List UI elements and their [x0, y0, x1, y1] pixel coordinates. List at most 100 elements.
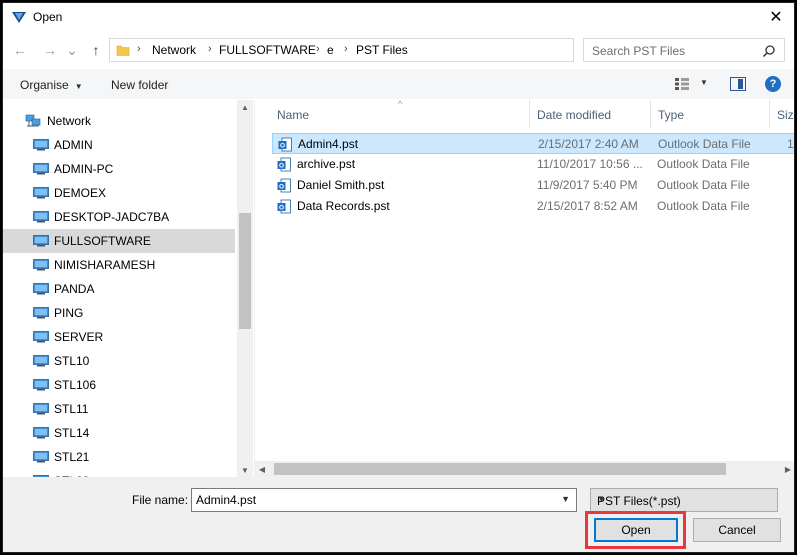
computer-icon	[33, 139, 49, 151]
file-name: Data Records.pst	[297, 199, 390, 213]
sidebar-item[interactable]: NIMISHARAMESH	[3, 253, 235, 277]
sidebar-item-label: ADMIN	[54, 138, 93, 152]
breadcrumb-fullsoftware[interactable]: FULLSOFTWARE	[219, 43, 316, 57]
sidebar-item-label: NIMISHARAMESH	[54, 258, 156, 272]
help-button[interactable]: ?	[765, 76, 781, 92]
view-dropdown-icon[interactable]: ▼	[700, 78, 708, 87]
open-file-dialog: Open ✕ ← → ⌄ ↑ › Network › FULLSOFTWARE …	[2, 2, 795, 553]
search-input[interactable]: Search PST Files	[592, 44, 685, 58]
computer-icon	[33, 331, 49, 343]
file-type-select[interactable]: PST Files(*.pst) ▼	[590, 488, 778, 512]
search-box[interactable]: Search PST Files	[583, 38, 785, 62]
file-row[interactable]: Oarchive.pst 11/10/2017 10:56 ... Outlook …	[272, 154, 794, 175]
sidebar-item[interactable]: DEMOEX	[3, 181, 235, 205]
file-type: Outlook Data File	[657, 199, 750, 213]
preview-pane-icon[interactable]	[730, 77, 746, 91]
file-date-modified: 2/15/2017 2:40 AM	[538, 137, 639, 151]
open-button-highlight-box	[585, 511, 686, 549]
computer-icon	[33, 307, 49, 319]
file-name: Admin4.pst	[298, 137, 359, 151]
file-name-combobox[interactable]: ▼	[191, 488, 577, 512]
breadcrumb-separator-icon: ›	[208, 43, 212, 55]
new-folder-button[interactable]: New folder	[111, 78, 168, 92]
computer-icon	[33, 355, 49, 367]
file-row[interactable]: O Daniel Smith.pst 11/9/2017 5:40 PM Outloo…	[272, 175, 794, 196]
column-header-name[interactable]: Name	[270, 100, 530, 128]
file-date-modified: 11/10/2017 10:56 ...	[537, 157, 643, 171]
tree-root-network[interactable]: Network	[25, 111, 91, 131]
computer-icon	[33, 427, 49, 439]
sidebar-item[interactable]: DESKTOP-JADC7BA	[3, 205, 235, 229]
forward-arrow-icon: →	[43, 42, 57, 58]
sidebar-item[interactable]: STL14	[3, 421, 235, 445]
chevron-down-icon[interactable]: ▼	[561, 494, 570, 504]
network-icon	[25, 114, 41, 127]
cancel-button[interactable]: Cancel	[693, 518, 781, 542]
computer-icon	[33, 235, 49, 247]
computer-icon	[33, 283, 49, 295]
sidebar-item-label: ADMIN-PC	[54, 162, 114, 176]
file-row[interactable]: O Admin4.pst 2/15/2017 2:40 AM Outlook Data…	[272, 133, 794, 154]
sidebar-item[interactable]: STL10	[3, 349, 235, 373]
sidebar-item[interactable]: PANDA	[3, 277, 235, 301]
organise-menu[interactable]: Organise ▼	[20, 78, 83, 92]
address-bar[interactable]: › Network › FULLSOFTWARE › e › PST Files…	[109, 38, 673, 62]
file-size: 1	[787, 137, 794, 151]
sidebar-item-label: SERVER	[54, 330, 104, 344]
file-name: Daniel Smith.pst	[297, 178, 385, 192]
navigation-pane: Network ADMIN ADMIN-PC DEMOEX DESKTOP-JADC7…	[3, 100, 253, 477]
forward-button[interactable]: →	[41, 41, 59, 59]
scrollbar-thumb[interactable]	[274, 463, 726, 475]
breadcrumb-pst-files[interactable]: PST Files	[356, 43, 408, 57]
navigation-bar: ← → ⌄ ↑ › Network › FULLSOFTWARE › e › P…	[3, 33, 794, 67]
close-button[interactable]: ✕	[756, 3, 794, 31]
computer-icon	[33, 163, 49, 175]
column-header-type[interactable]: Type	[651, 100, 770, 128]
sidebar-item[interactable]: FULLSOFTWARE	[3, 229, 235, 253]
column-header-date-modified[interactable]: Date modified	[530, 100, 651, 128]
file-name: archive.pst	[297, 157, 356, 171]
column-header-label: Date modified	[537, 108, 612, 122]
scrollbar-thumb[interactable]	[239, 213, 251, 329]
breadcrumb-network[interactable]: Network	[152, 43, 196, 57]
computer-icon	[33, 187, 49, 199]
file-type: Outlook Data File	[657, 157, 750, 171]
column-header-size[interactable]: Size	[770, 100, 794, 128]
outlook-file-icon: O	[277, 199, 291, 214]
file-name-field[interactable]	[196, 492, 546, 508]
scroll-up-icon[interactable]: ▲	[237, 100, 253, 114]
dialog-footer: File name: ▼ PST Files(*.pst) ▼ Open Can…	[3, 477, 794, 552]
breadcrumb-e[interactable]: e	[327, 43, 334, 57]
view-options-icon[interactable]	[675, 78, 689, 90]
outlook-file-icon: O	[277, 178, 291, 193]
sidebar-item-label: PANDA	[54, 282, 95, 296]
sidebar-item[interactable]: PING	[3, 301, 235, 325]
scroll-down-icon[interactable]: ▼	[237, 463, 253, 477]
file-row[interactable]: O Data Records.pst 2/15/2017 8:52 AM Outloo…	[272, 196, 794, 217]
sidebar-item[interactable]: ADMIN-PC	[3, 157, 235, 181]
sidebar-item[interactable]: STL11	[3, 397, 235, 421]
computer-icon	[33, 259, 49, 271]
back-button[interactable]: ←	[11, 41, 29, 59]
window-title: Open	[33, 10, 63, 24]
file-list-horizontal-scrollbar[interactable]: ◀ ▶	[254, 461, 794, 477]
svg-text:O: O	[279, 163, 284, 170]
sidebar-item[interactable]: STL21	[3, 445, 235, 469]
cancel-button-label: Cancel	[718, 523, 756, 537]
column-header-label: Size	[777, 108, 794, 122]
search-icon	[762, 45, 775, 58]
recent-locations-button[interactable]: ⌄	[63, 41, 81, 59]
scroll-right-icon[interactable]: ▶	[780, 461, 794, 477]
sidebar-item[interactable]: SERVER	[3, 325, 235, 349]
sidebar-item-label: STL10	[54, 354, 90, 368]
sidebar-item[interactable]: STL106	[3, 373, 235, 397]
column-header-label: Type	[658, 108, 685, 122]
up-button[interactable]: ↑	[87, 41, 105, 59]
sidebar-item[interactable]: ADMIN	[3, 133, 235, 157]
svg-text:O: O	[279, 205, 284, 212]
title-bar: Open ✕	[3, 3, 794, 31]
breadcrumb-separator-icon: ›	[316, 43, 320, 55]
sidebar-item[interactable]: STL22	[3, 469, 235, 477]
scroll-left-icon[interactable]: ◀	[254, 461, 270, 477]
navigation-pane-scrollbar[interactable]: ▲ ▼	[237, 100, 253, 477]
